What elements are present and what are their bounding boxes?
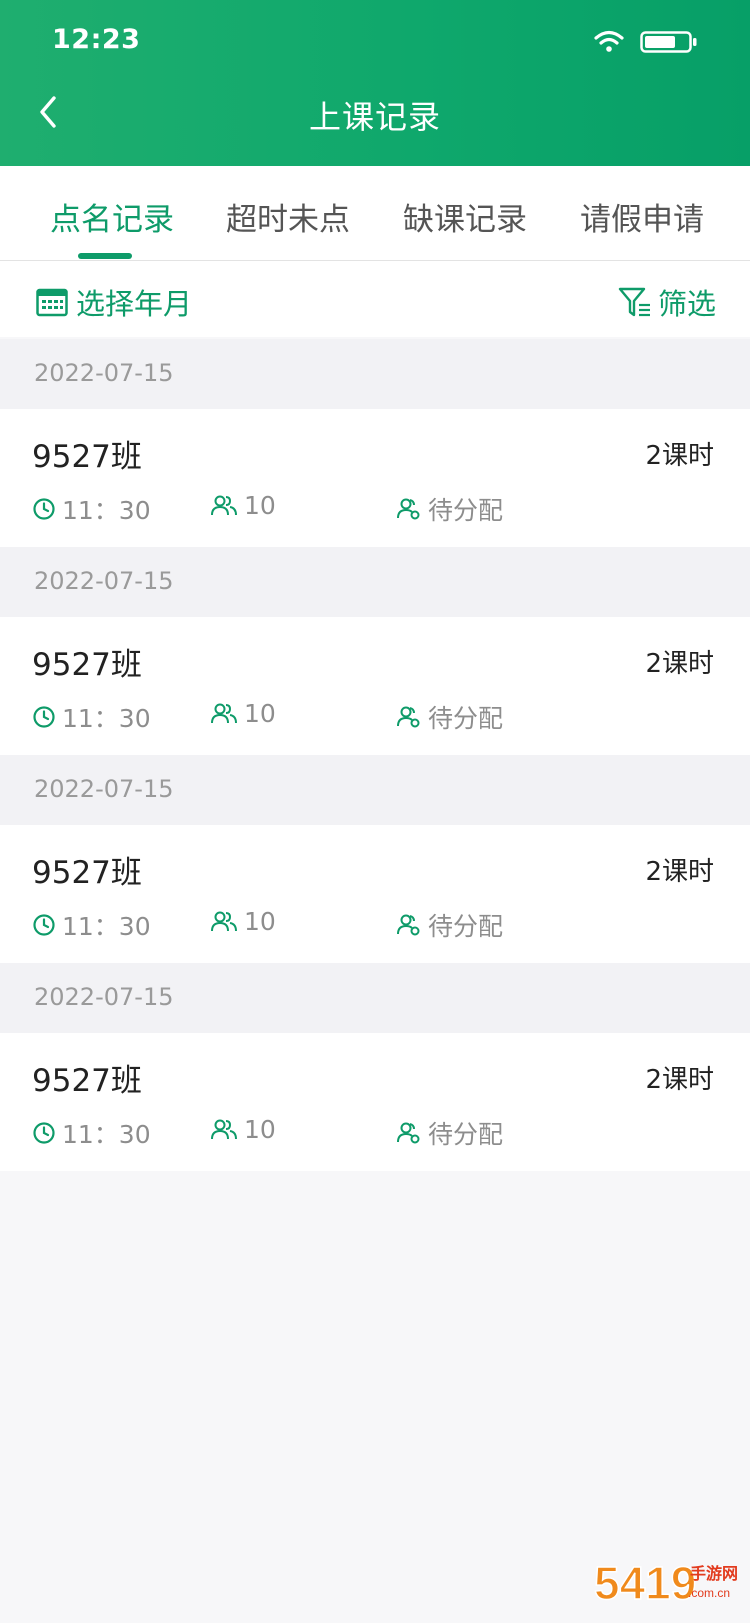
lesson-hours: 2课时 xyxy=(645,1065,714,1095)
lesson-hours: 2课时 xyxy=(645,649,714,679)
class-name: 9527班 xyxy=(32,855,142,891)
list-item[interactable]: 9527班 2课时 11：30 10 待分配 xyxy=(0,409,750,547)
list-item[interactable]: 9527班 2课时 11：30 10 待分配 xyxy=(0,617,750,755)
record-date: 2022-07-15 xyxy=(34,775,174,803)
student-count: 10 xyxy=(210,1115,276,1144)
tab-roll-call-records[interactable]: 点名记录 xyxy=(50,194,174,239)
student-count-value: 10 xyxy=(244,699,276,728)
user-assign-icon xyxy=(397,914,420,936)
page-title: 上课记录 xyxy=(308,98,441,136)
clock-icon xyxy=(33,914,55,936)
class-time-value: 11：30 xyxy=(62,912,151,941)
lesson-hours: 2课时 xyxy=(645,441,714,471)
svg-text:5419: 5419 xyxy=(594,1557,696,1609)
date-header: 2022-07-15 xyxy=(0,547,750,617)
filter-label: 筛选 xyxy=(657,287,716,321)
group-icon xyxy=(211,1119,237,1139)
list-item[interactable]: 9527班 2课时 11：30 10 待分配 xyxy=(0,1033,750,1171)
clock-icon xyxy=(33,1122,55,1144)
class-time-value: 11：30 xyxy=(62,1120,151,1149)
tab-leave-requests[interactable]: 请假申请 xyxy=(580,194,704,239)
class-time: 11：30 xyxy=(32,699,151,735)
filter-bar: 选择年月 筛选 xyxy=(0,261,750,337)
svg-text:.com.cn: .com.cn xyxy=(688,1586,730,1600)
assignment-status-value: 待分配 xyxy=(428,1120,504,1149)
record-date: 2022-07-15 xyxy=(34,983,174,1011)
class-time: 11：30 xyxy=(32,491,151,527)
user-assign-icon xyxy=(397,498,420,520)
student-count-value: 10 xyxy=(244,491,276,520)
assignment-status: 待分配 xyxy=(396,1115,503,1151)
clock-icon xyxy=(33,706,55,728)
list-item[interactable]: 9527班 2课时 11：30 10 待分配 xyxy=(0,825,750,963)
group-icon xyxy=(211,703,237,723)
lesson-hours: 2课时 xyxy=(645,857,714,887)
calendar-icon xyxy=(36,288,68,317)
assignment-status: 待分配 xyxy=(396,907,503,943)
battery-icon xyxy=(640,31,697,53)
assignment-status: 待分配 xyxy=(396,699,503,735)
clock-icon xyxy=(33,498,55,520)
tab-overtime-unmarked[interactable]: 超时未点 xyxy=(226,194,350,239)
filter-button[interactable]: 筛选 xyxy=(618,281,716,323)
student-count: 10 xyxy=(210,907,276,936)
class-time: 11：30 xyxy=(32,1115,151,1151)
class-name: 9527班 xyxy=(32,1063,142,1099)
user-assign-icon xyxy=(397,706,420,728)
record-date: 2022-07-15 xyxy=(34,359,174,387)
wifi-icon xyxy=(594,30,624,52)
app-header: 12:23 上课记录 xyxy=(0,0,750,166)
class-time-value: 11：30 xyxy=(62,496,151,525)
class-time-value: 11：30 xyxy=(62,704,151,733)
watermark-logo: 5419 手游网 .com.cn xyxy=(593,1556,738,1610)
month-picker-label: 选择年月 xyxy=(76,287,193,321)
record-date: 2022-07-15 xyxy=(34,567,174,595)
group-icon xyxy=(211,911,237,931)
assignment-status-value: 待分配 xyxy=(428,912,504,941)
assignment-status: 待分配 xyxy=(396,491,503,527)
student-count-value: 10 xyxy=(244,907,276,936)
month-picker-button[interactable]: 选择年月 xyxy=(36,281,192,323)
filter-icon xyxy=(618,287,650,317)
student-count: 10 xyxy=(210,491,276,520)
class-time: 11：30 xyxy=(32,907,151,943)
date-header: 2022-07-15 xyxy=(0,755,750,825)
student-count: 10 xyxy=(210,699,276,728)
class-name: 9527班 xyxy=(32,647,142,683)
tab-absence-records[interactable]: 缺课记录 xyxy=(403,194,527,239)
svg-text:手游网: 手游网 xyxy=(690,1564,738,1583)
student-count-value: 10 xyxy=(244,1115,276,1144)
assignment-status-value: 待分配 xyxy=(428,704,504,733)
status-time: 12:23 xyxy=(52,24,141,55)
assignment-status-value: 待分配 xyxy=(428,496,504,525)
date-header: 2022-07-15 xyxy=(0,339,750,409)
date-header: 2022-07-15 xyxy=(0,963,750,1033)
group-icon xyxy=(211,495,237,515)
tab-bar: 点名记录 超时未点 缺课记录 请假申请 xyxy=(0,166,750,261)
class-name: 9527班 xyxy=(32,439,142,475)
active-tab-indicator xyxy=(78,253,132,259)
user-assign-icon xyxy=(397,1122,420,1144)
